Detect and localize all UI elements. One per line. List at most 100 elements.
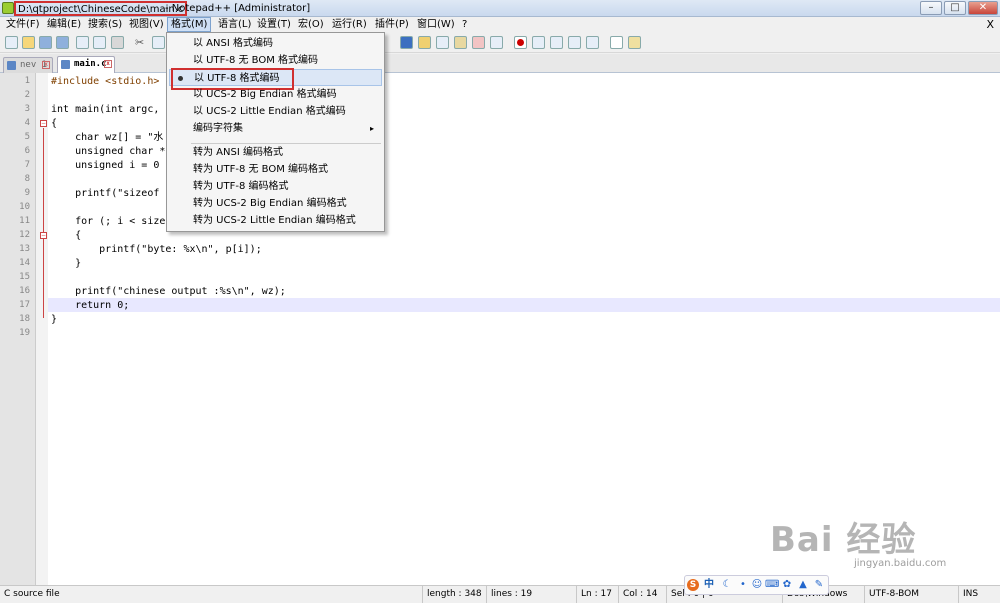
eye-icon[interactable] <box>490 36 503 49</box>
code-line: char wz[] = "水 <box>51 132 164 143</box>
menu-item-encode-ansi[interactable]: 以 ANSI 格式编码 <box>169 35 382 52</box>
title-bar: D:\qtproject\ChineseCode\main.c - Notepa… <box>0 0 1000 17</box>
status-encoding: UTF-8-BOM <box>864 586 958 603</box>
line-number: 19 <box>19 328 30 338</box>
menu-view[interactable]: 视图(V) <box>126 17 167 32</box>
print-icon[interactable] <box>111 36 124 49</box>
menu-item-convert-utf8-no-bom[interactable]: 转为 UTF-8 无 BOM 编码格式 <box>169 161 382 178</box>
notepadpp-app-icon <box>2 2 14 14</box>
window-title-path: D:\qtproject\ChineseCode\main.c <box>14 1 188 16</box>
close-all-icon[interactable] <box>93 36 106 49</box>
fold-marker[interactable]: − <box>40 120 47 127</box>
minimize-button[interactable]: – <box>920 1 942 15</box>
menu-item-convert-ansi[interactable]: 转为 ANSI 编码格式 <box>169 144 382 161</box>
file-icon <box>7 61 16 70</box>
sogou-logo-icon[interactable]: S <box>687 579 699 591</box>
save-icon[interactable] <box>39 36 52 49</box>
ime-language-toggle[interactable]: 中 <box>703 579 715 591</box>
indent-guide-icon[interactable] <box>418 36 431 49</box>
menu-run[interactable]: 运行(R) <box>329 17 370 32</box>
current-line-highlight <box>48 298 1000 312</box>
close-document-button[interactable]: X <box>986 17 994 32</box>
menu-item-convert-ucs2-le[interactable]: 转为 UCS-2 Little Endian 编码格式 <box>169 212 382 229</box>
menu-search[interactable]: 搜索(S) <box>85 17 125 32</box>
run-macro-multiple-icon[interactable] <box>568 36 581 49</box>
status-col: Col : 14 <box>618 586 666 603</box>
doc-map-icon[interactable] <box>454 36 467 49</box>
status-length: length : 348 <box>422 586 486 603</box>
line-number: 3 <box>24 104 30 114</box>
baidu-jingyan-logo: Bai 经验 <box>770 520 917 560</box>
all-chars-icon[interactable] <box>436 36 449 49</box>
line-number: 5 <box>24 132 30 142</box>
close-tab-icon[interactable]: x <box>42 61 50 69</box>
fold-marker[interactable]: − <box>40 232 47 239</box>
menu-help[interactable]: ? <box>459 17 470 32</box>
keyboard-icon[interactable]: ⌨ <box>765 579 779 591</box>
line-number: 7 <box>24 160 30 170</box>
menu-item-encode-utf8-no-bom[interactable]: 以 UTF-8 无 BOM 格式编码 <box>169 52 382 69</box>
code-line: { <box>51 118 58 129</box>
save-macro-icon[interactable] <box>586 36 599 49</box>
save-all-icon[interactable] <box>56 36 69 49</box>
menu-item-convert-ucs2-be[interactable]: 转为 UCS-2 Big Endian 编码格式 <box>169 195 382 212</box>
code-line: #include <stdio.h> <box>51 76 160 87</box>
menu-macro[interactable]: 宏(O) <box>295 17 327 32</box>
menu-format[interactable]: 格式(M) <box>167 17 212 32</box>
close-tab-icon[interactable]: x <box>104 60 112 68</box>
line-number: 15 <box>19 272 30 282</box>
code-line: printf("byte: %x\n", p[i]); <box>51 244 262 255</box>
code-line: } <box>51 314 58 325</box>
wrap-icon[interactable] <box>400 36 413 49</box>
code-line: for (; i < size <box>51 216 166 227</box>
punctuation-icon[interactable]: • <box>737 579 749 591</box>
shirt-icon[interactable]: ▲ <box>797 579 809 591</box>
stop-macro-icon[interactable] <box>532 36 545 49</box>
code-line: unsigned i = 0 <box>51 160 160 171</box>
plugin-icon[interactable] <box>628 36 641 49</box>
line-number: 13 <box>19 244 30 254</box>
spellcheck-icon[interactable] <box>610 36 623 49</box>
line-number: 14 <box>19 258 30 268</box>
line-number: 17 <box>19 300 30 310</box>
play-macro-icon[interactable] <box>550 36 563 49</box>
menu-file[interactable]: 文件(F) <box>3 17 43 32</box>
status-ln: Ln : 17 <box>576 586 618 603</box>
emoji-icon[interactable]: ☺ <box>751 579 763 591</box>
copy-icon[interactable] <box>152 36 165 49</box>
code-editor[interactable]: − − 1 2 3 4 5 6 7 8 9 10 11 12 13 14 15 … <box>0 73 1000 585</box>
maximize-button[interactable]: □ <box>944 1 966 15</box>
function-list-icon[interactable] <box>472 36 485 49</box>
menu-item-charset[interactable]: 编码字符集 ▸ <box>169 120 382 137</box>
fold-margin[interactable] <box>36 73 48 585</box>
close-window-button[interactable]: ✕ <box>968 1 998 15</box>
cut-icon[interactable]: ✂ <box>135 36 148 49</box>
open-file-icon[interactable] <box>22 36 35 49</box>
line-number: 9 <box>24 188 30 198</box>
menu-window[interactable]: 窗口(W) <box>414 17 458 32</box>
tab-main-c[interactable]: main.c x <box>57 56 115 73</box>
close-file-icon[interactable] <box>76 36 89 49</box>
menu-language[interactable]: 语言(L) <box>215 17 254 32</box>
line-number: 12 <box>19 230 30 240</box>
menu-item-convert-utf8[interactable]: 转为 UTF-8 编码格式 <box>169 178 382 195</box>
tab-bar: nev 1 x main.c x <box>0 54 1000 73</box>
menu-edit[interactable]: 编辑(E) <box>44 17 84 32</box>
window-title: - Notepad++ [Administrator] <box>165 3 311 14</box>
menu-bar: 文件(F) 编辑(E) 搜索(S) 视图(V) 格式(M) 语言(L) 设置(T… <box>0 17 1000 32</box>
code-line: } <box>51 258 82 269</box>
line-number: 6 <box>24 146 30 156</box>
status-lines: lines : 19 <box>486 586 576 603</box>
menu-item-encode-ucs2-be[interactable]: 以 UCS-2 Big Endian 格式编码 <box>169 86 382 103</box>
tab-label: main.c <box>74 59 107 69</box>
menu-plugins[interactable]: 插件(P) <box>372 17 412 32</box>
new-file-icon[interactable] <box>5 36 18 49</box>
tab-nev-1[interactable]: nev 1 x <box>3 57 53 73</box>
wrench-icon[interactable]: ✎ <box>813 579 825 591</box>
moon-icon[interactable]: ☾ <box>721 579 733 591</box>
skin-icon[interactable]: ✿ <box>781 579 793 591</box>
menu-settings[interactable]: 设置(T) <box>254 17 294 32</box>
record-macro-icon[interactable] <box>514 36 527 49</box>
status-bar: C source file length : 348 lines : 19 Ln… <box>0 585 1000 603</box>
menu-item-encode-ucs2-le[interactable]: 以 UCS-2 Little Endian 格式编码 <box>169 103 382 120</box>
